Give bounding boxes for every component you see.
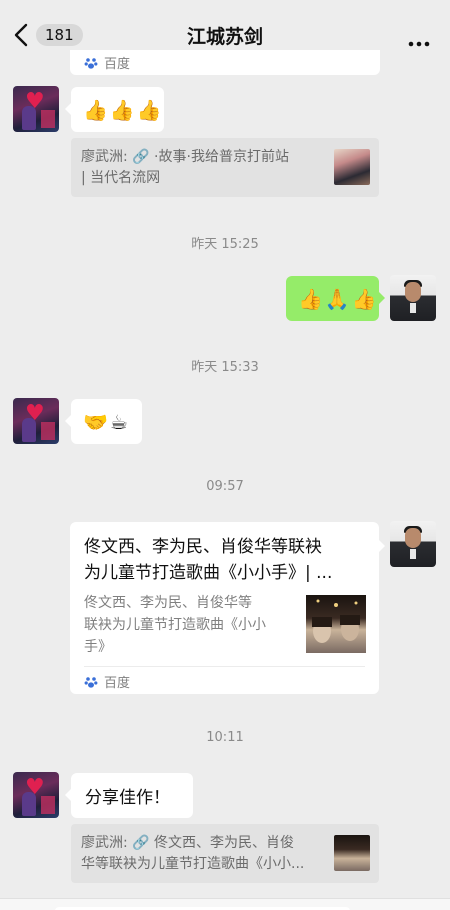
timestamp: 10:11 (206, 730, 244, 745)
partial-link-card[interactable]: 百度 (70, 50, 380, 75)
message-text: 🤝☕ (83, 409, 130, 434)
card-source-label: 百度 (104, 57, 131, 72)
timestamp: 09:57 (206, 479, 244, 494)
link-card[interactable]: 佟文西、李为民、肖俊华等联袂 为儿童节打造歌曲《小小手》| ... 佟文西、李为… (70, 522, 385, 694)
my-avatar[interactable] (390, 521, 436, 567)
baidu-icon (84, 56, 98, 70)
message-bubble[interactable]: 分享佳作！ (65, 773, 193, 818)
more-icon (408, 32, 430, 51)
quote-text: 廖武洲: 🔗 佟文西、李为民、肖俊 (81, 835, 295, 851)
quote-thumbnail (334, 835, 370, 871)
contact-avatar[interactable]: ♥ (13, 772, 59, 818)
card-divider (84, 666, 365, 667)
baidu-icon (84, 675, 98, 689)
message-bubble[interactable]: 👍👍👍 (65, 87, 164, 132)
unread-count-badge: 181 (36, 24, 83, 46)
message-bubble[interactable]: 👍🙏👍 (286, 276, 385, 321)
chevron-left-icon (14, 23, 28, 47)
message-bubble[interactable]: 🤝☕ (65, 399, 142, 444)
quote-text: 廖武洲: 🔗 ·故事·我给普京打前站 (81, 149, 289, 165)
card-description: 佟文西、李为民、肖俊华等 联袂为儿童节打造歌曲《小小 手》 (84, 595, 266, 655)
timestamp: 昨天 15:25 (191, 237, 259, 252)
back-button[interactable]: 181 (14, 23, 83, 47)
more-options-button[interactable] (408, 32, 430, 51)
message-text: 分享佳作！ (85, 788, 170, 808)
card-title: 佟文西、李为民、肖俊华等联袂 为儿童节打造歌曲《小小手》| ... (84, 537, 333, 583)
card-thumbnail (306, 595, 366, 653)
quote-thumbnail (334, 149, 370, 185)
message-text: 👍👍👍 (83, 97, 164, 122)
quoted-message[interactable]: 廖武洲: 🔗 ·故事·我给普京打前站 | 当代名流网 (71, 138, 379, 197)
my-avatar[interactable] (390, 275, 436, 321)
contact-avatar[interactable]: ♥ (13, 86, 59, 132)
message-text: 👍🙏👍 (298, 286, 379, 311)
quoted-message[interactable]: 廖武洲: 🔗 佟文西、李为民、肖俊 华等联袂为儿童节打造歌曲《小小... (71, 824, 379, 883)
quote-text-line2: | 当代名流网 (81, 170, 161, 186)
card-source-label: 百度 (104, 676, 131, 691)
timestamp: 昨天 15:33 (191, 360, 259, 375)
chat-title: 江城苏剑 (186, 25, 263, 48)
contact-avatar[interactable]: ♥ (13, 398, 59, 444)
card-source: 百度 (84, 672, 130, 691)
input-bar (0, 898, 450, 910)
quote-text-line2: 华等联袂为儿童节打造歌曲《小小... (81, 856, 305, 872)
